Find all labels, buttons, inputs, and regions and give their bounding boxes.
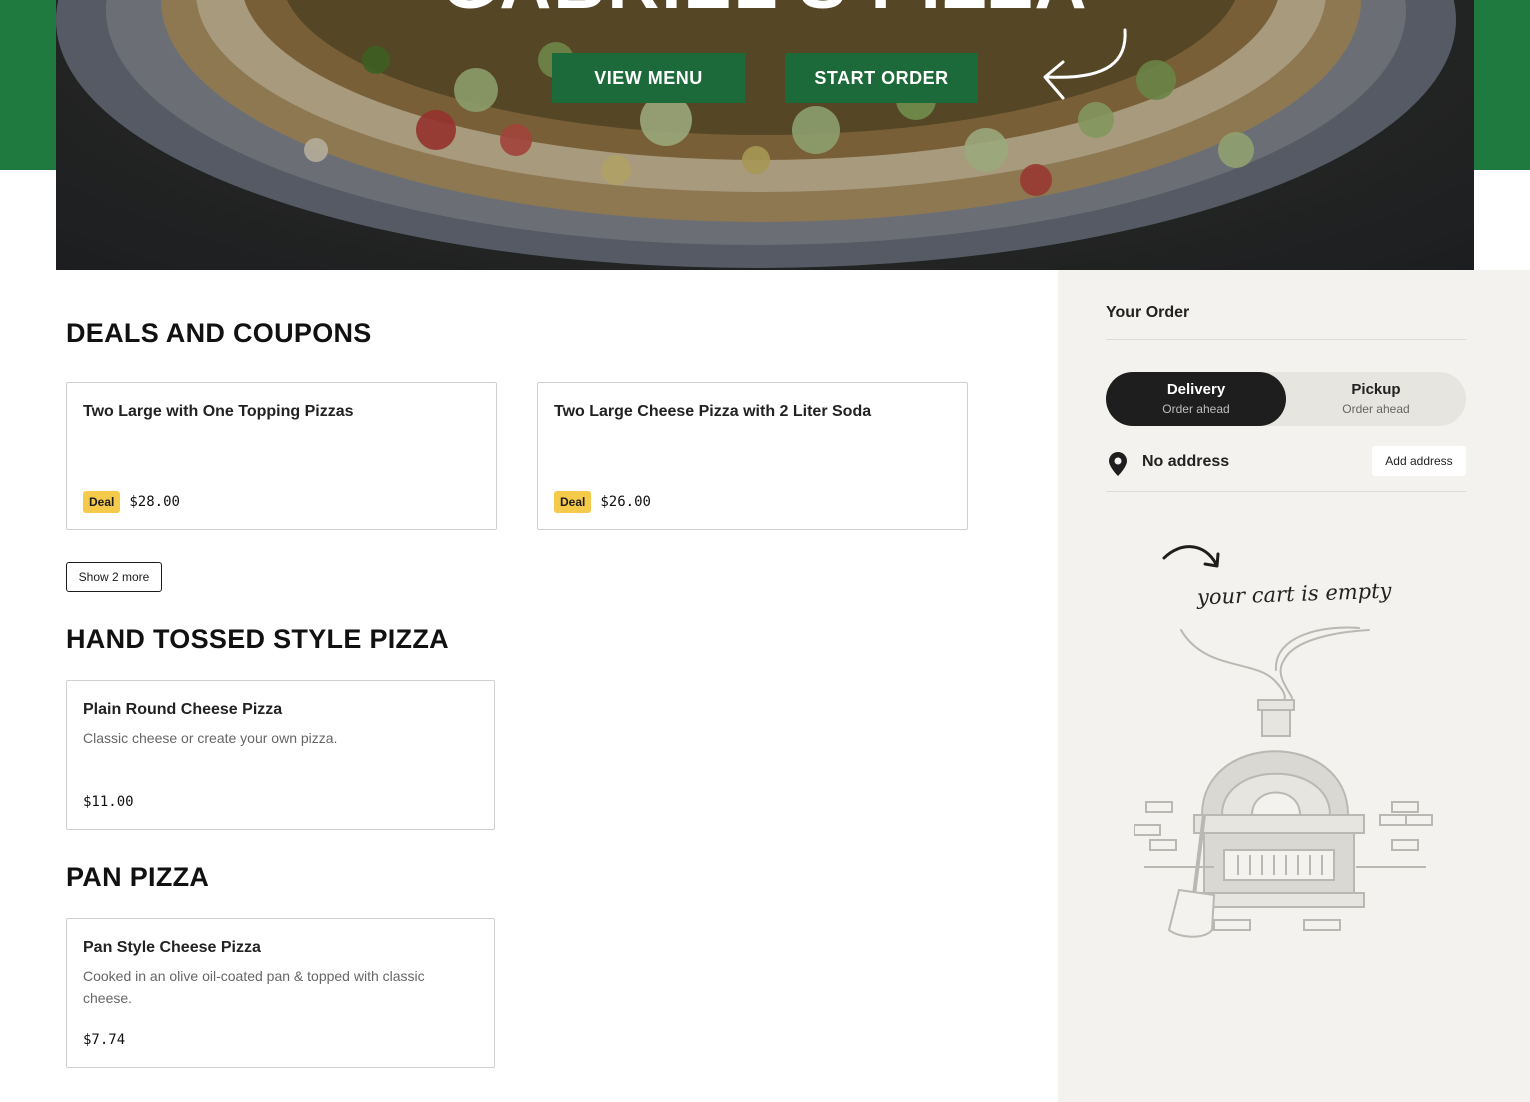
- deal-price-row: Deal $26.00: [554, 491, 651, 513]
- deal-card-title: Two Large with One Topping Pizzas: [83, 403, 354, 420]
- menu-item-price: $7.74: [83, 1032, 126, 1048]
- show-more-button[interactable]: Show 2 more: [66, 562, 162, 592]
- curved-arrow-icon: [1043, 28, 1127, 100]
- deal-card[interactable]: Two Large with One Topping Pizzas Deal $…: [66, 382, 497, 530]
- menu-item-card[interactable]: Plain Round Cheese Pizza Classic cheese …: [66, 680, 495, 830]
- start-order-button[interactable]: START ORDER: [785, 53, 978, 103]
- section-title-hand-tossed: HAND TOSSED STYLE PIZZA: [66, 624, 449, 654]
- pickup-sublabel: Order ahead: [1342, 402, 1410, 416]
- deal-badge: Deal: [83, 491, 121, 513]
- deal-price-row: Deal $28.00: [83, 491, 180, 513]
- order-mode-toggle: Delivery Order ahead Pickup Order ahead: [1106, 372, 1466, 426]
- empty-cart-text: your cart is empty: [1196, 578, 1392, 610]
- menu-item-title: Plain Round Cheese Pizza: [83, 701, 283, 718]
- view-menu-button[interactable]: VIEW MENU: [552, 53, 745, 103]
- map-pin-icon: [1109, 452, 1127, 476]
- delivery-label: Delivery: [1166, 381, 1226, 398]
- section-title-deals: DEALS AND COUPONS: [66, 318, 372, 348]
- section-title-pan: PAN PIZZA: [66, 862, 210, 892]
- menu-item-card[interactable]: Pan Style Cheese Pizza Cooked in an oliv…: [66, 918, 495, 1068]
- add-address-button[interactable]: Add address: [1372, 446, 1466, 476]
- squiggle-arrow-icon: [1162, 545, 1220, 568]
- menu-item-description: Cooked in an olive oil-coated pan & topp…: [83, 968, 425, 1006]
- delivery-option[interactable]: Delivery Order ahead: [1106, 372, 1286, 426]
- pizza-oven-illustration: [1134, 626, 1433, 938]
- divider: [1106, 339, 1466, 340]
- address-row: No address Add address: [1106, 446, 1466, 492]
- menu-item-title: Pan Style Cheese Pizza: [83, 939, 261, 956]
- hero-pizza-photo: GABRIEL'S PIZZA: [56, 0, 1474, 270]
- pickup-option[interactable]: Pickup Order ahead: [1286, 372, 1466, 426]
- pickup-label: Pickup: [1351, 381, 1401, 398]
- your-order-title: Your Order: [1106, 304, 1190, 321]
- deal-price: $28.00: [129, 494, 180, 510]
- deal-card[interactable]: Two Large Cheese Pizza with 2 Liter Soda…: [537, 382, 968, 530]
- deal-card-title: Two Large Cheese Pizza with 2 Liter Soda: [554, 403, 872, 420]
- menu-item-description: Classic cheese or create your own pizza.: [83, 730, 338, 746]
- deal-badge: Deal: [554, 491, 592, 513]
- menu-item-price: $11.00: [83, 794, 134, 810]
- pizza-image: [56, 0, 1474, 270]
- deal-price: $26.00: [600, 494, 651, 510]
- delivery-sublabel: Order ahead: [1162, 402, 1230, 416]
- order-sidebar: Your Order Delivery Order ahead Pickup O…: [1058, 270, 1530, 1102]
- address-text: No address: [1142, 453, 1230, 470]
- hero-title: GABRIEL'S PIZZA: [56, 0, 1474, 20]
